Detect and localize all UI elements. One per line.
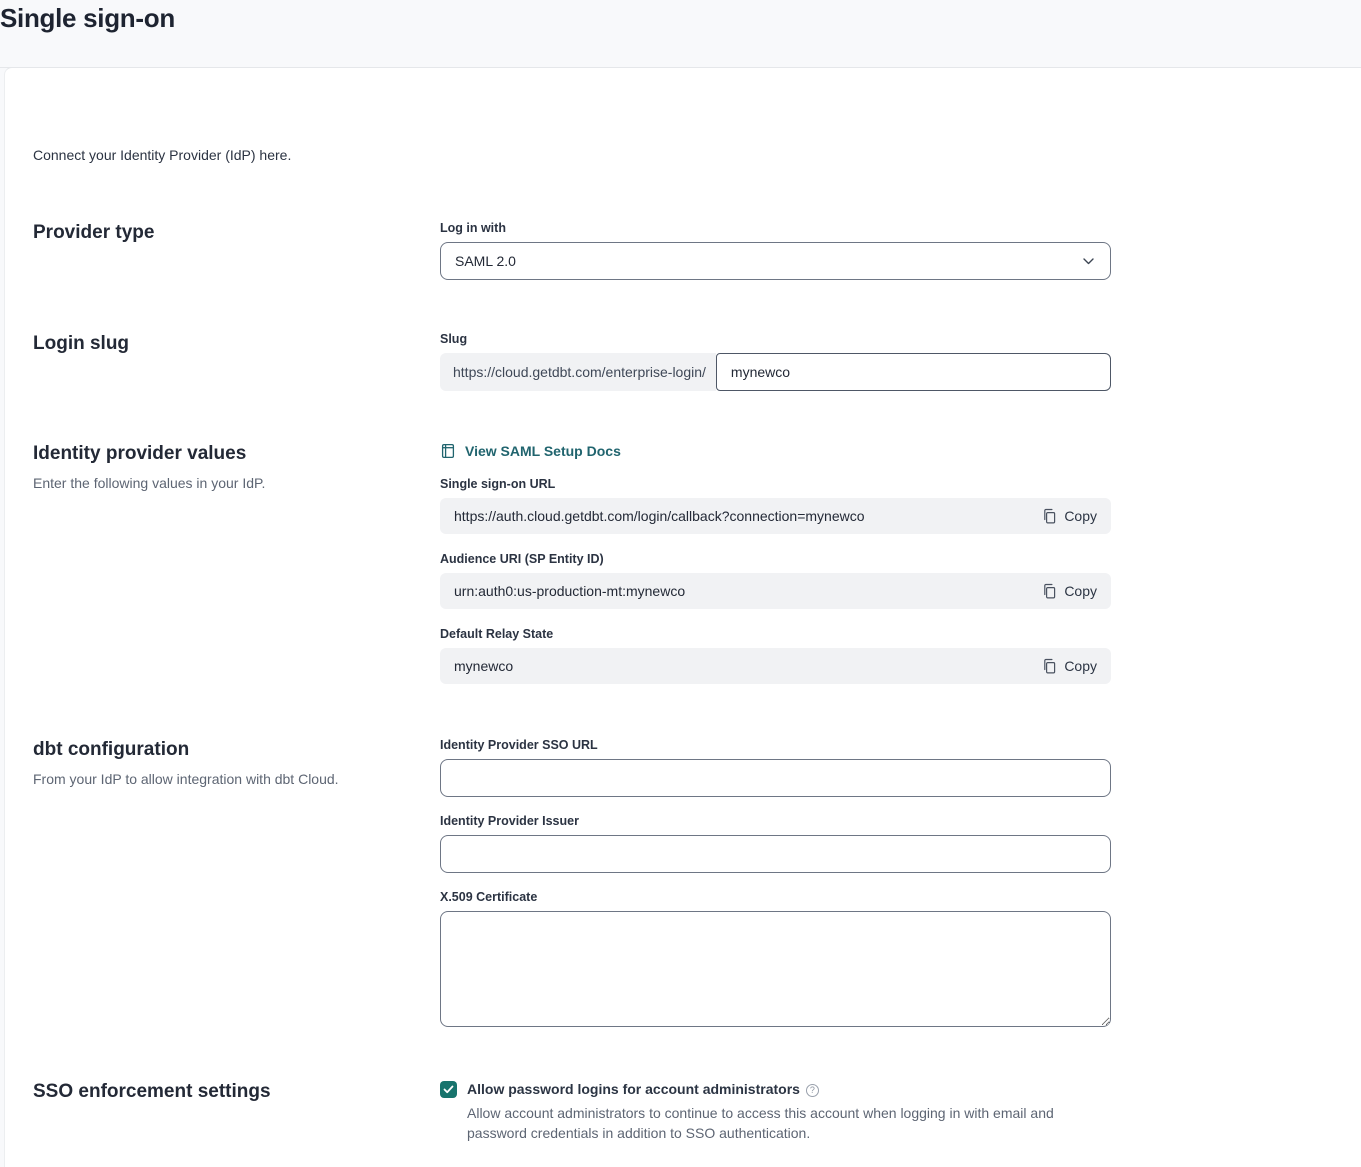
copy-label: Copy <box>1064 583 1097 599</box>
login-slug-heading: Login slug <box>33 333 440 355</box>
idp-sso-url-label: Identity Provider SSO URL <box>440 739 1111 752</box>
help-icon[interactable]: ? <box>806 1084 819 1097</box>
x509-certificate-textarea[interactable] <box>440 911 1111 1027</box>
slug-prefix: https://cloud.getdbt.com/enterprise-logi… <box>440 353 716 391</box>
audience-uri-group: Audience URI (SP Entity ID) urn:auth0:us… <box>440 553 1111 609</box>
relay-state-value: mynewco <box>454 658 513 674</box>
provider-type-heading: Provider type <box>33 222 440 244</box>
chevron-down-icon <box>1083 258 1094 265</box>
slug-field: https://cloud.getdbt.com/enterprise-logi… <box>440 353 1111 391</box>
idp-issuer-label: Identity Provider Issuer <box>440 815 1111 828</box>
settings-card: Connect your Identity Provider (IdP) her… <box>4 67 1361 1167</box>
allow-password-description: Allow account administrators to continue… <box>467 1103 1099 1143</box>
checkmark-icon <box>443 1085 454 1094</box>
allow-password-logins-row: Allow password logins for account admini… <box>440 1081 1111 1143</box>
idp-issuer-group: Identity Provider Issuer <box>440 815 1111 873</box>
idp-values-heading: Identity provider values <box>33 443 440 465</box>
idp-issuer-input[interactable] <box>440 835 1111 873</box>
sso-url-copy-button[interactable]: Copy <box>1042 508 1097 524</box>
idp-sso-url-group: Identity Provider SSO URL <box>440 739 1111 797</box>
log-in-with-value: SAML 2.0 <box>455 253 516 269</box>
relay-state-group: Default Relay State mynewco Copy <box>440 628 1111 684</box>
copy-icon <box>1042 583 1056 599</box>
copy-icon <box>1042 508 1056 524</box>
allow-password-label: Allow password logins for account admini… <box>467 1081 1099 1098</box>
relay-state-label: Default Relay State <box>440 628 1111 641</box>
audience-uri-field: urn:auth0:us-production-mt:mynewco Copy <box>440 573 1111 609</box>
slug-input[interactable] <box>716 353 1111 391</box>
section-idp-values: Identity provider values Enter the follo… <box>33 443 1361 684</box>
dbt-configuration-subheading: From your IdP to allow integration with … <box>33 770 373 788</box>
section-dbt-configuration: dbt configuration From your IdP to allow… <box>33 739 1361 1027</box>
journal-icon <box>440 443 456 459</box>
audience-uri-copy-button[interactable]: Copy <box>1042 583 1097 599</box>
sso-enforcement-heading: SSO enforcement settings <box>33 1081 440 1103</box>
sso-url-value: https://auth.cloud.getdbt.com/login/call… <box>454 508 865 524</box>
view-saml-docs-link[interactable]: View SAML Setup Docs <box>440 443 621 459</box>
log-in-with-select[interactable]: SAML 2.0 <box>440 242 1111 280</box>
audience-uri-value: urn:auth0:us-production-mt:mynewco <box>454 583 685 599</box>
intro-text: Connect your Identity Provider (IdP) her… <box>33 148 1361 163</box>
page-title: Single sign-on <box>0 0 1361 34</box>
relay-state-field: mynewco Copy <box>440 648 1111 684</box>
x509-certificate-group: X.509 Certificate <box>440 891 1111 1027</box>
allow-password-checkbox[interactable] <box>440 1081 457 1098</box>
log-in-with-label: Log in with <box>440 222 1111 235</box>
sso-url-group: Single sign-on URL https://auth.cloud.ge… <box>440 478 1111 534</box>
view-saml-docs-label: View SAML Setup Docs <box>465 443 621 459</box>
section-provider-type: Provider type Log in with SAML 2.0 <box>33 222 1361 280</box>
allow-password-label-text: Allow password logins for account admini… <box>467 1081 800 1097</box>
sso-url-label: Single sign-on URL <box>440 478 1111 491</box>
dbt-configuration-heading: dbt configuration <box>33 739 440 761</box>
idp-sso-url-input[interactable] <box>440 759 1111 797</box>
copy-icon <box>1042 658 1056 674</box>
copy-label: Copy <box>1064 658 1097 674</box>
audience-uri-label: Audience URI (SP Entity ID) <box>440 553 1111 566</box>
section-login-slug: Login slug Slug https://cloud.getdbt.com… <box>33 333 1361 391</box>
relay-state-copy-button[interactable]: Copy <box>1042 658 1097 674</box>
idp-values-subheading: Enter the following values in your IdP. <box>33 474 373 492</box>
sso-url-field: https://auth.cloud.getdbt.com/login/call… <box>440 498 1111 534</box>
copy-label: Copy <box>1064 508 1097 524</box>
slug-label: Slug <box>440 333 1111 346</box>
section-sso-enforcement: SSO enforcement settings Allow password … <box>33 1081 1361 1143</box>
x509-certificate-label: X.509 Certificate <box>440 891 1111 904</box>
page-header: Single sign-on <box>0 0 1361 68</box>
